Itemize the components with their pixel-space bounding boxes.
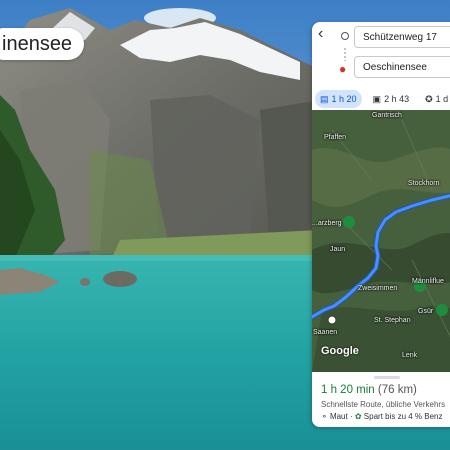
location-title-chip: inensee <box>0 28 85 60</box>
eco-label: Spart bis zu 4 % Benz <box>363 412 443 421</box>
destination-text: Oeschinensee <box>363 61 427 73</box>
route-tags: ⚬ Maut · ✿ Spart bis zu 4 % Benz <box>321 412 443 421</box>
map-label-saanen: Saanen <box>313 329 338 336</box>
destination-field[interactable]: Oeschinensee <box>354 56 450 78</box>
map-label-pfaffen: Pfaffen <box>324 134 347 141</box>
back-arrow-icon[interactable]: ‹ <box>318 26 332 42</box>
route-description: Schnellste Route, übliche Verkehrs <box>321 400 446 409</box>
map-view[interactable]: Pfaffen Gantrisch Stockhorn ...arzberg J… <box>312 110 450 372</box>
train-icon: ▣ <box>372 93 382 104</box>
start-marker <box>327 315 337 325</box>
route-time: 1 h 20 min (76 km) <box>321 384 417 396</box>
walk-icon: ✪ <box>425 93 433 104</box>
tab-walking-label: 1 d <box>435 94 449 104</box>
tab-walking[interactable]: ✪ 1 d <box>420 90 450 108</box>
toll-label: Maut <box>329 412 348 421</box>
map-label-st-stephan: St. Stephan <box>374 317 411 324</box>
maps-directions-panel: ‹ ● Schützenweg 17 Oeschinensee ▤ 1 h 20… <box>312 22 450 427</box>
map-label-jaun: Jaun <box>330 246 346 253</box>
origin-dot-icon <box>341 32 349 40</box>
map-label-schwarzberg: ...arzberg <box>312 220 342 227</box>
map-label-zweisimmen: Zweisimmen <box>358 285 398 292</box>
tab-driving-label: 1 h 20 <box>331 94 357 104</box>
origin-text: Schützenweg 17 <box>363 31 437 43</box>
map-label-lenk: Lenk <box>402 352 418 359</box>
mountain-poi-icon-3[interactable] <box>436 304 448 316</box>
toll-icon: ⚬ <box>321 412 328 421</box>
map-label-stockhorn: Stockhorn <box>408 180 440 187</box>
route-duration: 1 h 20 min <box>321 384 375 396</box>
route-summary-card[interactable]: 1 h 20 min (76 km) Schnellste Route, übl… <box>312 372 450 427</box>
tab-transit[interactable]: ▣ 2 h 43 <box>368 90 415 108</box>
tab-driving[interactable]: ▤ 1 h 20 <box>315 90 362 108</box>
origin-field[interactable]: Schützenweg 17 <box>354 26 450 48</box>
google-logo: Google <box>321 345 359 357</box>
eco-leaf-icon: ✿ <box>354 412 362 421</box>
route-dots-icon <box>344 47 346 61</box>
map-label-gantrisch: Gantrisch <box>372 112 402 119</box>
travel-mode-tabs: ▤ 1 h 20 ▣ 2 h 43 ✪ 1 d <box>312 90 450 108</box>
tab-transit-label: 2 h 43 <box>384 94 410 104</box>
destination-pin-icon: ● <box>339 62 347 76</box>
drag-handle[interactable] <box>374 376 400 379</box>
car-icon: ▤ <box>320 93 329 104</box>
location-title: inensee <box>2 32 73 55</box>
map-label-mannlifluh: Männliflue <box>412 278 444 285</box>
mountain-poi-icon[interactable] <box>343 216 355 228</box>
map-label-gsur: Gsür <box>418 308 434 315</box>
route-distance: (76 km) <box>377 384 417 396</box>
